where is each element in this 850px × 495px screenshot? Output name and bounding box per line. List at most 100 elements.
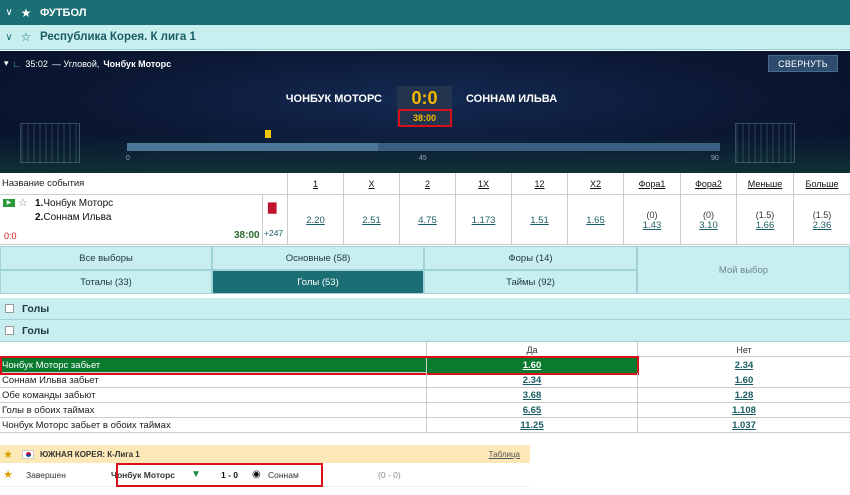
collapse-button[interactable]: СВЕРНУТЬ [768, 55, 838, 72]
live-score: 0:0 [4, 231, 17, 241]
caret-down-icon[interactable]: ▾ [4, 58, 9, 69]
odd-1[interactable]: 2.20 [287, 195, 343, 245]
odd-no[interactable]: 1.108 [637, 403, 850, 418]
market-name: Соннам Ильва забьет [2, 375, 99, 386]
market-row: Голы в обоих таймах 6.65 1.108 [0, 403, 850, 418]
market-row: Соннам Ильва забьет 2.34 1.60 [0, 373, 850, 388]
market-name: Обе команды забьют [2, 390, 96, 401]
odd-over[interactable]: (1.5) 2.36 [793, 195, 850, 245]
tab-totals[interactable]: Тоталы (33) [0, 270, 212, 294]
section-checkbox[interactable] [5, 326, 14, 335]
team-away: СОННАМ ИЛЬВА [466, 93, 558, 105]
odds-header-2[interactable]: 2 [399, 173, 455, 195]
odd-yes[interactable]: 2.34 [426, 373, 637, 388]
korea-flag-icon [22, 449, 34, 459]
results-league: ЮЖНАЯ КОРЕЯ: К-Лига 1 [40, 449, 140, 459]
section-label: Голы [22, 324, 50, 337]
odds-header-under[interactable]: Меньше [736, 173, 793, 195]
col-yes: Да [426, 342, 637, 357]
odds-header-x[interactable]: X [343, 173, 399, 195]
event-name-header: Название события [2, 178, 85, 189]
market-header: Да Нет [0, 342, 850, 357]
timeline-tick: 90 [711, 155, 719, 162]
odds-header-12[interactable]: 12 [511, 173, 567, 195]
star-outline-icon[interactable]: ☆ [18, 30, 34, 44]
league-title: Республика Корея. К лига 1 [40, 31, 196, 43]
tab-my-choice[interactable]: Мой выбор [637, 246, 850, 294]
market-name: Голы в обоих таймах [2, 405, 95, 416]
odds-header: Название события 1 X 2 1X 12 X2 Фора1 Фо… [0, 173, 850, 195]
match-clock: 38:00 [234, 230, 260, 241]
odd-yes[interactable]: 3.68 [426, 388, 637, 403]
annotation-box [116, 463, 323, 487]
odds-header-1x[interactable]: 1X [455, 173, 511, 195]
market-row: Чонбук Моторс забьет в обоих таймах 11.2… [0, 418, 850, 433]
star-icon[interactable]: ★ [0, 448, 16, 461]
table-link[interactable]: Таблица [489, 450, 520, 459]
match-status: Завершен [26, 469, 66, 480]
odd-no[interactable]: 1.28 [637, 388, 850, 403]
odd-handicap1[interactable]: (0) 1.43 [623, 195, 680, 245]
match-timeline [127, 143, 720, 151]
match-scoreboard: ▾ ∟ 35:02 — Угловой, Чонбук Моторс СВЕРН… [0, 51, 850, 173]
sport-title: ФУТБОЛ [40, 6, 87, 19]
odd-under[interactable]: (1.5) 1.66 [736, 195, 793, 245]
odd-no[interactable]: 2.34 [637, 358, 850, 373]
corner-marker [265, 130, 271, 138]
team-home: ЧОНБУК МОТОРС [285, 93, 382, 105]
tab-halves[interactable]: Таймы (92) [424, 270, 637, 294]
timeline-tick: 0 [126, 155, 130, 162]
section-label: Голы [22, 302, 50, 315]
annotation-box [398, 109, 452, 127]
event-time: 35:02 [25, 58, 48, 69]
score: 0:0 [397, 86, 452, 110]
section-checkbox[interactable] [5, 304, 14, 313]
star-outline-icon[interactable]: ☆ [18, 196, 28, 209]
odd-yes[interactable]: 11.25 [426, 418, 637, 433]
result-halftime: (0 - 0) [378, 469, 401, 480]
chevron-down-icon[interactable]: ∨ [0, 7, 18, 18]
more-markets-link[interactable]: +247 [264, 228, 283, 238]
stats-icon[interactable]: ∟ [13, 59, 22, 69]
tab-goals[interactable]: Голы (53) [212, 270, 424, 294]
odd-no[interactable]: 1.037 [637, 418, 850, 433]
goal-right-decoration [735, 123, 795, 163]
odd-x[interactable]: 2.51 [343, 195, 399, 245]
tab-main[interactable]: Основные (58) [212, 246, 424, 270]
away-team[interactable]: 2.Соннам Ильва [35, 212, 111, 223]
stats-icon[interactable]: ▇ [268, 201, 276, 214]
last-event: ▾ ∟ 35:02 — Угловой, Чонбук Моторс [4, 58, 171, 69]
goal-left-decoration [20, 123, 80, 163]
sport-header[interactable]: ∨ ★ ФУТБОЛ [0, 0, 850, 25]
odd-x2[interactable]: 1.65 [567, 195, 623, 245]
odds-header-over[interactable]: Больше [793, 173, 850, 195]
star-icon[interactable]: ★ [0, 468, 16, 481]
section-goals-market[interactable]: Голы [0, 320, 850, 342]
odds-header-1[interactable]: 1 [287, 173, 343, 195]
chevron-down-icon[interactable]: ∨ [0, 32, 18, 43]
star-icon[interactable]: ★ [18, 6, 34, 20]
market-name: Чонбук Моторс забьет в обоих таймах [2, 420, 171, 431]
event-row: ▶ ☆ 1.Чонбук Моторс 2.Соннам Ильва 0:0 3… [0, 195, 850, 245]
odd-no[interactable]: 1.60 [637, 373, 850, 388]
live-icon: ▶ [3, 199, 15, 207]
odd-12[interactable]: 1.51 [511, 195, 567, 245]
odds-header-handicap1[interactable]: Фора1 [623, 173, 680, 195]
tab-all[interactable]: Все выборы [0, 246, 212, 270]
timeline-tick: 45 [419, 155, 427, 162]
event-text: — Угловой, [51, 58, 100, 69]
odds-header-handicap2[interactable]: Фора2 [680, 173, 736, 195]
col-no: Нет [637, 342, 850, 357]
odds-header-x2[interactable]: X2 [567, 173, 623, 195]
home-team[interactable]: 1.Чонбук Моторс [35, 198, 113, 209]
section-goals[interactable]: Голы [0, 298, 850, 320]
market-row: Обе команды забьют 3.68 1.28 [0, 388, 850, 403]
odd-2[interactable]: 4.75 [399, 195, 455, 245]
event-team: Чонбук Моторс [103, 58, 172, 69]
results-header: ★ ЮЖНАЯ КОРЕЯ: К-Лига 1 Таблица [0, 445, 530, 463]
odd-yes[interactable]: 6.65 [426, 403, 637, 418]
tab-handicaps[interactable]: Форы (14) [424, 246, 637, 270]
league-header[interactable]: ∨ ☆ Республика Корея. К лига 1 [0, 25, 850, 50]
odd-handicap2[interactable]: (0) 3.10 [680, 195, 736, 245]
odd-1x[interactable]: 1.173 [455, 195, 511, 245]
